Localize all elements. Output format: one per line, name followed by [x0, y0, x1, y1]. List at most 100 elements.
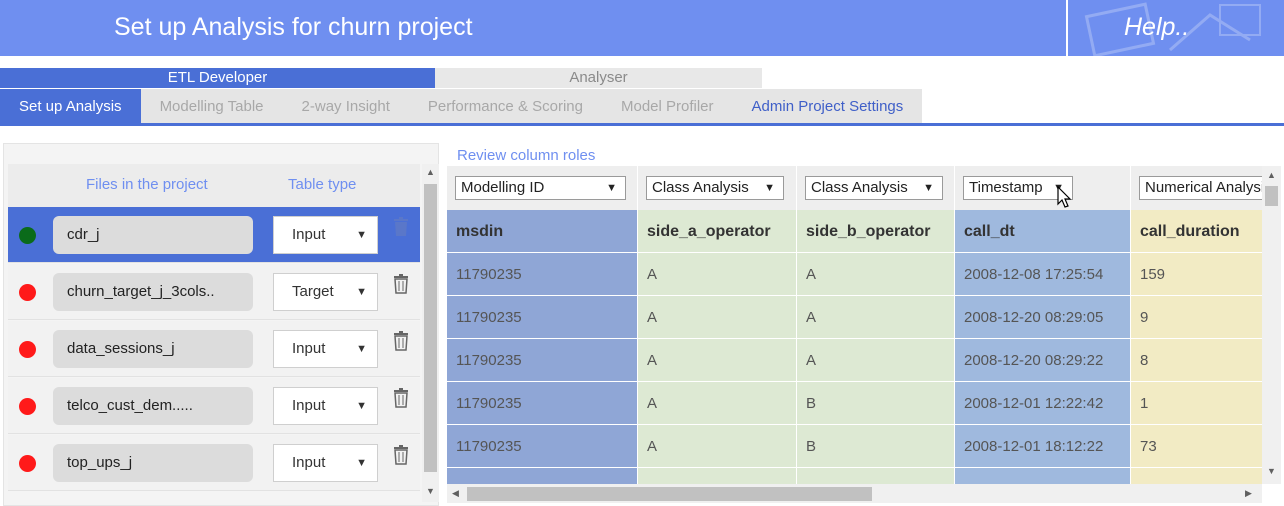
caret-down-icon: ▼ [356, 400, 367, 412]
column-header: side_a_operator [638, 210, 796, 253]
column-header: call_duration [1131, 210, 1281, 253]
file-row[interactable]: telco_cust_dem..... Input ▼ [8, 378, 420, 434]
file-row[interactable]: data_sessions_j Input ▼ [8, 321, 420, 377]
table-type-select[interactable]: Input ▼ [273, 330, 378, 368]
trash-icon[interactable] [393, 274, 409, 294]
file-name[interactable]: churn_target_j_3cols.. [53, 273, 253, 311]
table-cell: 11790235 [447, 296, 637, 339]
role-select-row: Modelling ID ▼ [447, 166, 637, 210]
scroll-right-icon[interactable]: ▶ [1245, 488, 1252, 499]
table-type-column-header: Table type [288, 176, 357, 193]
table-type-select[interactable]: Input ▼ [273, 444, 378, 482]
help-link[interactable]: Help.. [1124, 13, 1189, 42]
table-type-select[interactable]: Target ▼ [273, 273, 378, 311]
role-select-row: Numerical Analysis [1131, 166, 1281, 210]
grid-horizontal-scrollbar[interactable]: ◀ ▶ [447, 484, 1262, 503]
table-cell: 2008-12-01 12:22:42 [955, 382, 1130, 425]
status-dot-green [19, 227, 36, 244]
column-role-value: Class Analysis [811, 179, 908, 196]
column-header: side_b_operator [797, 210, 954, 253]
table-cell: 11790235 [447, 382, 637, 425]
table-type-value: Input [292, 340, 326, 357]
column-role-select[interactable]: Numerical Analysis [1139, 176, 1279, 200]
caret-down-icon: ▼ [764, 182, 775, 194]
file-row[interactable]: cdr_j Input ▼ [8, 207, 420, 263]
caret-down-icon: ▼ [356, 457, 367, 469]
file-row[interactable]: top_ups_j Input ▼ [8, 435, 420, 491]
column-role-select[interactable]: Modelling ID ▼ [455, 176, 626, 200]
table-cell: A [638, 425, 796, 468]
table-cell: A [797, 296, 954, 339]
table-cell: A [797, 253, 954, 296]
role-analyser[interactable]: Analyser [435, 68, 762, 88]
table-cell [1131, 468, 1281, 484]
file-name[interactable]: top_ups_j [53, 444, 253, 482]
main-tabs: Set up Analysis Modelling Table 2-way In… [0, 89, 923, 124]
caret-down-icon: ▼ [923, 182, 934, 194]
table-type-select[interactable]: Input ▼ [273, 216, 378, 254]
file-name[interactable]: data_sessions_j [53, 330, 253, 368]
role-select-row: Class Analysis ▼ [797, 166, 954, 210]
table-cell: B [797, 382, 954, 425]
column-role-value: Timestamp [969, 179, 1043, 196]
table-cell: A [638, 382, 796, 425]
file-row[interactable]: churn_target_j_3cols.. Target ▼ [8, 264, 420, 320]
status-dot-red [19, 284, 36, 301]
table-cell: 2008-12-20 08:29:05 [955, 296, 1130, 339]
mouse-pointer-icon [1057, 186, 1072, 208]
column-role-select[interactable]: Class Analysis ▼ [646, 176, 784, 200]
scroll-down-icon[interactable]: ▼ [426, 486, 435, 496]
table-cell: 1 [1131, 382, 1281, 425]
tab-performance-scoring[interactable]: Performance & Scoring [408, 89, 602, 124]
trash-icon[interactable] [393, 388, 409, 408]
grid-horizontal-scroll-thumb[interactable] [467, 487, 872, 501]
grid-column: Timestamp▼ call_dt 2008-12-08 17:25:54 2… [955, 166, 1131, 484]
caret-down-icon: ▼ [356, 343, 367, 355]
role-etl-developer[interactable]: ETL Developer [0, 68, 435, 88]
page-title: Set up Analysis for churn project [114, 13, 473, 41]
role-select-row: Timestamp▼ [955, 166, 1130, 210]
table-type-select[interactable]: Input ▼ [273, 387, 378, 425]
status-dot-red [19, 341, 36, 358]
table-cell: 8 [1131, 339, 1281, 382]
grid-vertical-scroll-thumb[interactable] [1265, 186, 1278, 206]
tab-admin-project-settings[interactable]: Admin Project Settings [732, 89, 923, 124]
column-role-value: Class Analysis [652, 179, 749, 196]
caret-down-icon: ▼ [606, 182, 617, 194]
table-cell: A [638, 253, 796, 296]
tab-model-profiler[interactable]: Model Profiler [601, 89, 733, 124]
table-cell: 11790235 [447, 253, 637, 296]
trash-icon[interactable] [393, 445, 409, 465]
grid-column: Class Analysis ▼ side_b_operator A A A B … [797, 166, 955, 484]
files-panel-header: Files in the project Table type [8, 164, 420, 207]
file-name[interactable]: telco_cust_dem..... [53, 387, 253, 425]
table-cell [638, 468, 796, 484]
grid-column: Modelling ID ▼ msdin 11790235 11790235 11… [447, 166, 638, 484]
column-header: call_dt [955, 210, 1130, 253]
review-column-roles-title: Review column roles [457, 147, 596, 164]
tab-set-up-analysis[interactable]: Set up Analysis [0, 89, 141, 124]
tab-2-way-insight[interactable]: 2-way Insight [282, 89, 409, 124]
table-cell: A [638, 296, 796, 339]
header-separator [1066, 0, 1068, 56]
files-column-header: Files in the project [86, 176, 208, 193]
file-name[interactable]: cdr_j [53, 216, 253, 254]
tab-modelling-table[interactable]: Modelling Table [140, 89, 283, 124]
trash-icon[interactable] [393, 331, 409, 351]
scroll-left-icon[interactable]: ◀ [452, 488, 459, 499]
table-cell: 11790235 [447, 425, 637, 468]
status-dot-red [19, 455, 36, 472]
files-scrollbar[interactable]: ▲ ▼ [422, 164, 439, 502]
table-cell [447, 468, 637, 484]
column-role-select[interactable]: Class Analysis ▼ [805, 176, 943, 200]
grid-vertical-scrollbar[interactable]: ▲ ▼ [1262, 166, 1281, 484]
files-scroll-thumb[interactable] [424, 184, 437, 472]
trash-icon[interactable] [393, 217, 409, 237]
table-cell [797, 468, 954, 484]
scroll-up-icon[interactable]: ▲ [1267, 170, 1276, 180]
table-cell: B [797, 425, 954, 468]
table-cell: A [638, 339, 796, 382]
scroll-down-icon[interactable]: ▼ [1267, 466, 1276, 476]
scroll-up-icon[interactable]: ▲ [426, 167, 435, 177]
column-roles-grid: Modelling ID ▼ msdin 11790235 11790235 11… [447, 166, 1281, 506]
